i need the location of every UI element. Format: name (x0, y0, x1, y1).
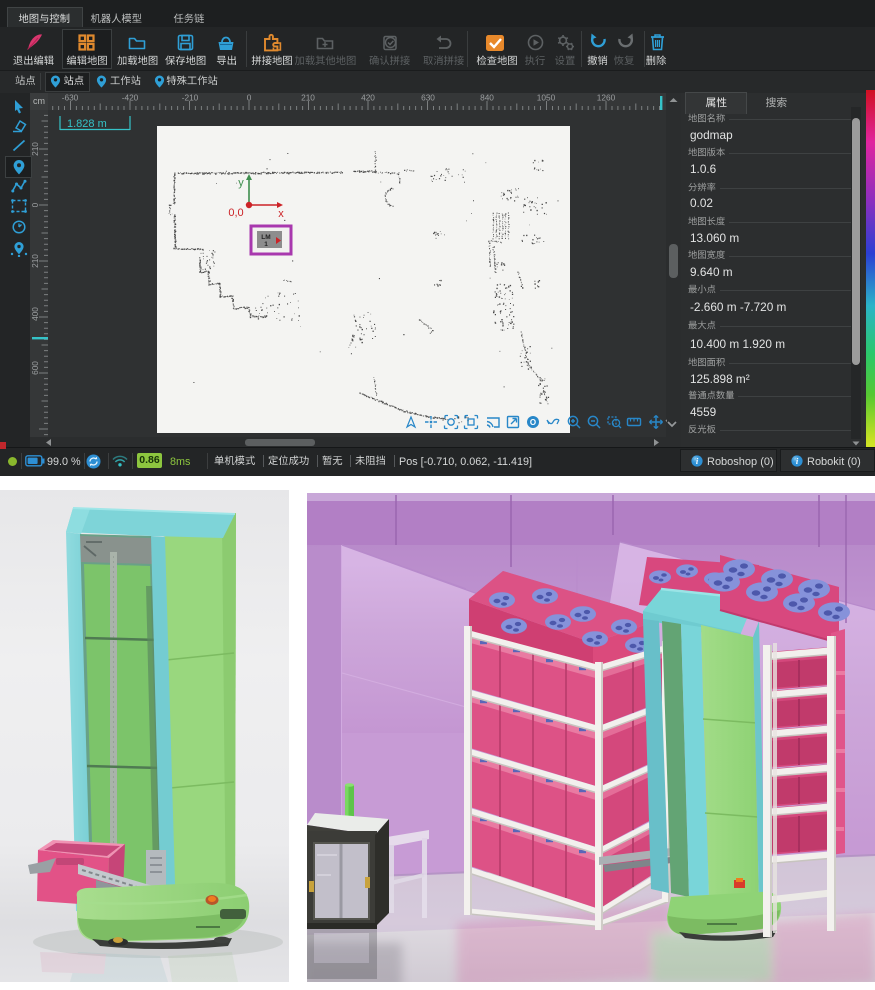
svg-text:210: 210 (30, 142, 40, 156)
svg-text:x: x (278, 208, 284, 220)
svg-text:LM: LM (261, 234, 270, 241)
svg-text:y: y (238, 177, 244, 189)
svg-text:400: 400 (30, 307, 40, 321)
svg-text:210: 210 (30, 254, 40, 268)
svg-text:630: 630 (421, 93, 435, 103)
svg-text:0: 0 (30, 202, 40, 207)
svg-text:840: 840 (480, 93, 494, 103)
svg-text:1.828 m: 1.828 m (67, 118, 107, 130)
svg-text:1050: 1050 (537, 93, 556, 103)
svg-text:600: 600 (30, 361, 40, 375)
svg-text:0: 0 (247, 93, 252, 103)
svg-text:1260: 1260 (597, 93, 616, 103)
svg-text:-420: -420 (122, 93, 139, 103)
svg-text:1: 1 (264, 241, 268, 248)
svg-text:0,0: 0,0 (228, 207, 243, 219)
svg-text:420: 420 (361, 93, 375, 103)
svg-text:O: O (530, 418, 536, 427)
svg-text:210: 210 (301, 93, 315, 103)
svg-text:-210: -210 (182, 93, 199, 103)
svg-text:-630: -630 (62, 93, 79, 103)
